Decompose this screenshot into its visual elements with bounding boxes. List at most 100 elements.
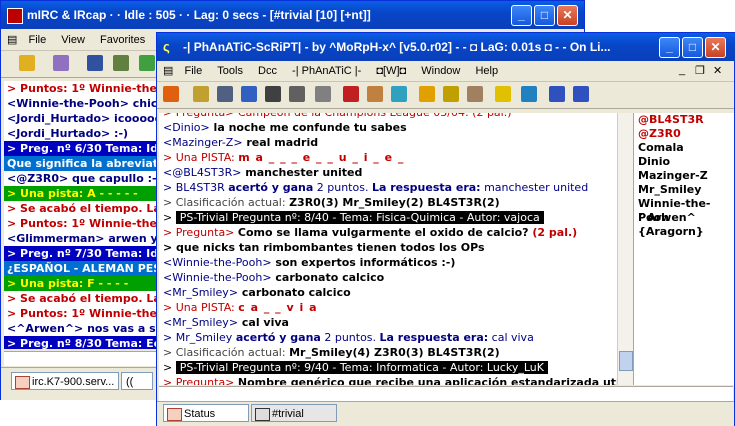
chat-line: > Una pista: F - - - - bbox=[4, 276, 164, 291]
nick-item[interactable]: @BL4ST3R bbox=[634, 113, 734, 127]
close-button[interactable]: ✕ bbox=[705, 37, 726, 58]
chat-line: <Dinio> la noche me confunde tu sabes bbox=[159, 120, 617, 135]
chat-text: > Mr_Smiley bbox=[163, 331, 236, 344]
chat-text: cal viva bbox=[238, 316, 289, 329]
nick-item[interactable]: Comala bbox=[634, 141, 734, 155]
nick-item[interactable]: Mazinger-Z bbox=[634, 169, 734, 183]
chat-text: acertó y gana bbox=[235, 331, 321, 344]
chat-nick: <Winnie-the-Pooh> bbox=[163, 256, 272, 269]
menu-file[interactable]: File bbox=[22, 31, 52, 46]
close-button[interactable]: ✕ bbox=[557, 5, 578, 26]
minimize-button[interactable]: _ bbox=[511, 5, 532, 26]
chat-line: > Clasificación actual: Z3R0(3) Mr_Smile… bbox=[159, 195, 617, 210]
menu-phanatic[interactable]: -| PhAnATiC |- bbox=[286, 62, 367, 77]
log-icon[interactable] bbox=[467, 86, 483, 102]
nick-item[interactable]: Dinio bbox=[634, 155, 734, 169]
notify-icon[interactable] bbox=[419, 86, 435, 102]
chat-text: > Pregunta> bbox=[163, 376, 238, 385]
connect-icon[interactable] bbox=[19, 55, 35, 71]
nick-icon[interactable] bbox=[315, 86, 331, 102]
nick-item[interactable]: {Aragorn} bbox=[634, 225, 734, 239]
edit-icon[interactable] bbox=[391, 86, 407, 102]
script-icon[interactable] bbox=[139, 55, 155, 71]
chat-text: > BL4ST3R bbox=[163, 181, 229, 194]
menu-tools[interactable]: Tools bbox=[211, 62, 249, 77]
nick-item[interactable]: @Z3R0 bbox=[634, 127, 734, 141]
chat-line: <Winnie-the-Pooh> chicas bbox=[4, 96, 164, 111]
maximize-button[interactable]: □ bbox=[682, 37, 703, 58]
chat-line: > PS-Trivial Pregunta nº: 9/40 - Tema: I… bbox=[159, 360, 617, 375]
phanatic-titlebar[interactable]: ς -| PhAnATiC-ScRiPT| - by ^MoRpH-x^ [v5… bbox=[157, 33, 735, 61]
tab-query[interactable]: (( bbox=[121, 372, 153, 390]
mdi-minimize-icon[interactable]: _ bbox=[679, 61, 685, 76]
list-icon[interactable] bbox=[265, 86, 281, 102]
chat-nick: <@BL4ST3R> bbox=[163, 166, 242, 179]
connect-icon[interactable] bbox=[193, 86, 209, 102]
menu-dcc[interactable]: Dcc bbox=[252, 62, 283, 77]
chat-line: > Puntos: 1º Winnie-the-Pooh bbox=[4, 216, 164, 231]
options-icon[interactable] bbox=[53, 55, 69, 71]
maximize-button[interactable]: □ bbox=[534, 5, 555, 26]
chat-text: <Winnie-the-Pooh> chicas bbox=[7, 97, 164, 110]
menu-window[interactable]: Window bbox=[415, 62, 466, 77]
chat-text: > bbox=[163, 361, 176, 374]
chat-text: > Pregunta> Campeón de la Champions Leag… bbox=[163, 113, 512, 119]
dcc-icon[interactable] bbox=[443, 86, 459, 102]
channels-icon[interactable] bbox=[87, 55, 103, 71]
timer-icon[interactable] bbox=[343, 86, 359, 102]
menu-icon: ▤ bbox=[7, 34, 18, 46]
menu-favorites[interactable]: Favorites bbox=[94, 31, 151, 46]
tools-icon[interactable] bbox=[367, 86, 383, 102]
chat-line: > Mr_Smiley acertó y gana 2 puntos. La r… bbox=[159, 330, 617, 345]
grid-icon[interactable] bbox=[289, 86, 305, 102]
script-logo-icon[interactable] bbox=[163, 86, 179, 102]
chat-text: > Preg. nº 7/30 Tema: Idiom bbox=[7, 247, 164, 260]
chat-text: <^Arwen^> nos vas a sac bbox=[7, 322, 164, 335]
lock-icon[interactable] bbox=[113, 55, 129, 71]
menu-w[interactable]: ◘[W]◘ bbox=[370, 62, 412, 77]
chat-text: <Jordi_Hurtado> icooooon bbox=[7, 112, 164, 125]
chat-text: > Pregunta> bbox=[163, 226, 238, 239]
chat-line: > Preg. nº 8/30 Tema: Econ bbox=[4, 336, 164, 349]
chat-line: > Puntos: 1º Winnie-the-Pooh bbox=[4, 81, 164, 96]
mirc-input[interactable] bbox=[4, 351, 164, 366]
chat-nick: <Mr_Smiley> bbox=[163, 316, 239, 329]
chat-text: <Glimmerman> arwen y ad bbox=[7, 232, 164, 245]
mirc-titlebar[interactable]: mIRC & IRcap · · Idle : 505 · · Lag: 0 s… bbox=[1, 1, 584, 29]
chat-text: carbonato calcico bbox=[238, 286, 351, 299]
phanatic-window[interactable]: ς -| PhAnATiC-ScRiPT| - by ^MoRpH-x^ [v5… bbox=[156, 32, 735, 426]
nick-item[interactable]: Winnie-the-Pooh bbox=[634, 197, 734, 224]
scrollbar-thumb[interactable] bbox=[619, 351, 633, 371]
chat-line: > Una pista: A - - - - - bbox=[4, 186, 164, 201]
hint-value: m a _ _ _ e _ _ u _ i _ e _ bbox=[238, 151, 405, 164]
chat-text: > Puntos: 1º Winnie-the-Pooh bbox=[7, 307, 164, 320]
chat-text: > Puntos: 1º Winnie-the-Pooh bbox=[7, 217, 164, 230]
alert-icon[interactable] bbox=[495, 86, 511, 102]
nick-item[interactable]: ^Arwen^ bbox=[634, 211, 734, 225]
chat-text: > Puntos: 1º Winnie-the-Pooh bbox=[7, 82, 164, 95]
chat-input[interactable] bbox=[159, 386, 733, 401]
mdi-close-icon[interactable]: ✕ bbox=[713, 61, 722, 77]
mdi-restore-icon[interactable]: ❐ bbox=[695, 61, 705, 77]
menu-view[interactable]: View bbox=[55, 31, 91, 46]
chat-line: > BL4ST3R acertó y gana 2 puntos. La res… bbox=[159, 180, 617, 195]
font-icon[interactable] bbox=[241, 86, 257, 102]
minimize-button[interactable]: _ bbox=[659, 37, 680, 58]
chat-text: acertó y gana bbox=[228, 181, 314, 194]
chat-nick: <Winnie-the-Pooh> bbox=[163, 271, 272, 284]
globe-icon[interactable] bbox=[521, 86, 537, 102]
chat-text: <Jordi_Hurtado> :-) bbox=[7, 127, 129, 140]
phanatic-switchbar: Status #trivial bbox=[157, 401, 734, 426]
menu-file[interactable]: File bbox=[178, 62, 208, 77]
tab-server[interactable]: irc.K7-900.serv... bbox=[11, 372, 119, 390]
chat-line: > Preg. nº 6/30 Tema: Idiom bbox=[4, 141, 164, 156]
menu-help[interactable]: Help bbox=[469, 62, 504, 77]
tile-icon[interactable] bbox=[549, 86, 565, 102]
chat-scrollbar[interactable] bbox=[617, 113, 634, 385]
options-icon[interactable] bbox=[217, 86, 233, 102]
tab-trivial[interactable]: #trivial bbox=[251, 404, 337, 422]
nick-item[interactable]: Mr_Smiley bbox=[634, 183, 734, 197]
cascade-icon[interactable] bbox=[573, 86, 589, 102]
tab-status[interactable]: Status bbox=[163, 404, 249, 422]
chat-text: ¿ESPAÑOL - ALEMAN PES bbox=[7, 262, 162, 275]
